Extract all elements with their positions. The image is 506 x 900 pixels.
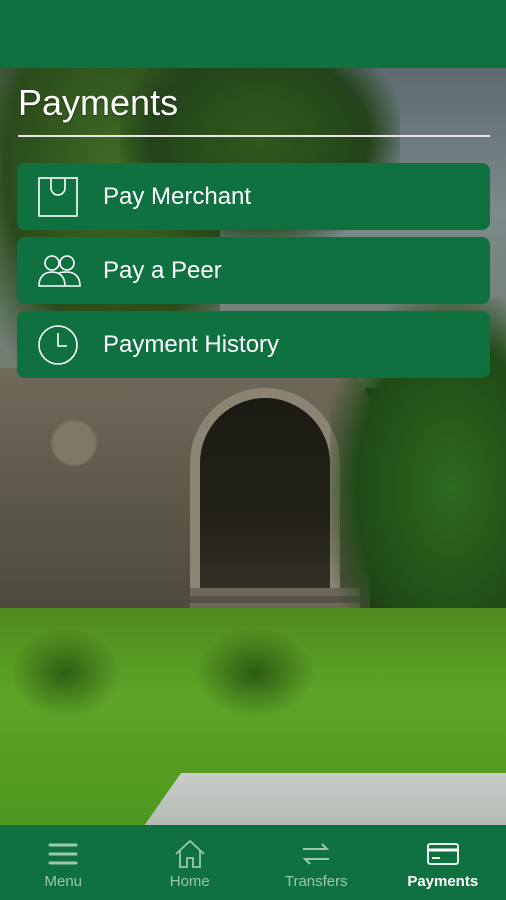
payments-menu: Pay Merchant Pay a Peer Payment History bbox=[17, 163, 490, 385]
pay-merchant-button[interactable]: Pay Merchant bbox=[17, 163, 490, 230]
pay-a-peer-label: Pay a Peer bbox=[103, 257, 222, 284]
nav-menu[interactable]: Menu bbox=[0, 825, 127, 900]
nav-menu-label: Menu bbox=[44, 873, 83, 890]
hamburger-menu-icon bbox=[46, 837, 80, 871]
nav-home[interactable]: Home bbox=[127, 825, 254, 900]
people-icon bbox=[37, 250, 81, 292]
nav-transfers[interactable]: Transfers bbox=[253, 825, 380, 900]
home-icon bbox=[173, 837, 207, 871]
top-app-bar bbox=[0, 0, 506, 68]
clock-icon bbox=[37, 324, 79, 366]
nav-home-label: Home bbox=[169, 873, 210, 890]
payment-history-button[interactable]: Payment History bbox=[17, 311, 490, 378]
transfer-arrows-icon bbox=[299, 837, 333, 871]
pay-merchant-label: Pay Merchant bbox=[103, 183, 252, 210]
pay-a-peer-button[interactable]: Pay a Peer bbox=[17, 237, 490, 304]
nav-transfers-label: Transfers bbox=[284, 873, 348, 890]
nav-payments[interactable]: Payments bbox=[380, 825, 506, 900]
page-title: Payments bbox=[18, 82, 179, 123]
bottom-navigation: Menu Home Transfers Payments bbox=[0, 825, 506, 900]
nav-payments-label: Payments bbox=[407, 873, 479, 890]
shopping-bag-icon bbox=[37, 176, 79, 218]
title-divider bbox=[18, 135, 490, 137]
card-icon bbox=[426, 837, 460, 871]
payment-history-label: Payment History bbox=[103, 331, 280, 358]
